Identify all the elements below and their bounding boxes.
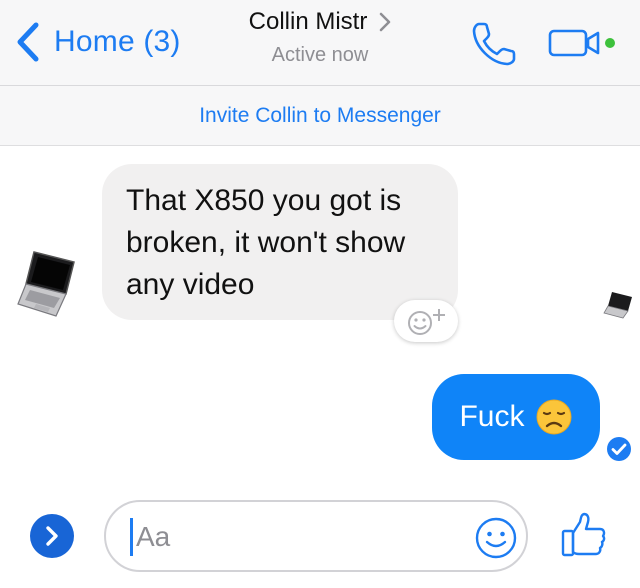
chevron-right-icon: [380, 12, 391, 32]
contact-title[interactable]: Collin Mistr Active now: [200, 8, 440, 67]
phone-icon[interactable]: [470, 18, 522, 68]
smiley-icon[interactable]: [474, 516, 518, 560]
message-composer[interactable]: [104, 500, 528, 572]
add-reaction-button[interactable]: [394, 300, 458, 342]
active-status: Active now: [271, 44, 369, 66]
outgoing-message-bubble[interactable]: Fuck: [432, 374, 600, 460]
disappointed-face-icon: [536, 399, 571, 435]
text-caret: [130, 518, 133, 556]
conversation-header: Home (3) Collin Mistr Active now: [0, 0, 640, 86]
outgoing-message-text: Fuck: [459, 400, 525, 433]
chevron-right-icon: [46, 526, 58, 546]
message-input[interactable]: [136, 516, 456, 558]
video-camera-icon[interactable]: [548, 28, 620, 58]
thumbs-up-icon[interactable]: [560, 510, 608, 558]
invite-to-messenger-link[interactable]: Invite Collin to Messenger: [0, 86, 640, 146]
contact-avatar[interactable]: [16, 244, 82, 322]
expand-actions-button[interactable]: [30, 514, 74, 558]
checkmark-icon: [607, 437, 631, 461]
incoming-message-bubble[interactable]: That X850 you got is broken, it won't sh…: [102, 164, 458, 320]
add-reaction-icon: [408, 309, 445, 335]
contact-name: Collin Mistr: [248, 8, 368, 35]
seen-by-avatar: [603, 292, 632, 319]
back-button[interactable]: Home (3): [14, 20, 181, 64]
chevron-left-icon: [17, 22, 39, 62]
back-label: Home (3): [54, 25, 181, 58]
